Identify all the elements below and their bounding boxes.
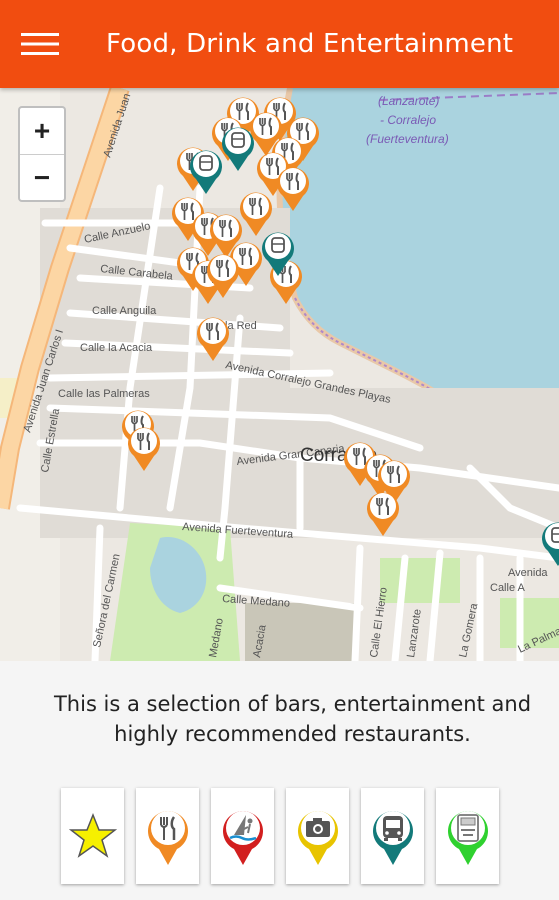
category-transport-button[interactable] <box>361 788 424 884</box>
restaurant-marker-icon[interactable] <box>365 488 401 538</box>
restaurant-marker-icon[interactable] <box>205 250 241 300</box>
app-bar: Food, Drink and Entertainment <box>0 0 559 88</box>
zoom-control: + − <box>18 106 66 202</box>
category-water-sports-button[interactable] <box>211 788 274 884</box>
street-label: Calle A <box>490 582 526 594</box>
zoom-out-button[interactable]: − <box>20 155 64 201</box>
entertainment-marker-icon[interactable] <box>188 146 224 196</box>
info-panel: This is a selection of bars, entertainme… <box>0 661 559 900</box>
category-food-drink-button[interactable] <box>136 788 199 884</box>
entertainment-marker-icon[interactable] <box>540 518 559 568</box>
atm-icon <box>447 811 488 865</box>
fork-knife-icon <box>147 811 188 865</box>
star-icon <box>68 812 117 858</box>
street-label: Avenida <box>508 567 548 579</box>
category-bar <box>61 788 499 884</box>
category-sightseeing-button[interactable] <box>286 788 349 884</box>
page-title: Food, Drink and Entertainment <box>106 29 514 59</box>
street-label: Calle El Hierro <box>368 587 390 659</box>
bus-icon <box>372 811 413 865</box>
restaurant-marker-icon[interactable] <box>195 313 231 363</box>
street-label: Calle Anguila <box>92 305 157 317</box>
sea-route-label: (Lanzarote) <box>378 94 439 108</box>
map-view[interactable]: Avenida Juan Avenida Juan Carlos I Calle… <box>0 88 559 661</box>
entertainment-marker-icon[interactable] <box>260 228 296 278</box>
camera-icon <box>297 811 338 865</box>
restaurant-marker-icon[interactable] <box>275 163 311 213</box>
street-label: Calle la Acacia <box>80 342 153 354</box>
category-atm-button[interactable] <box>436 788 499 884</box>
windsurf-icon <box>222 811 263 865</box>
street-label: Lanzarote <box>405 608 424 658</box>
sea-route-label: - Corralejo <box>380 113 436 127</box>
hamburger-menu-icon[interactable] <box>0 0 80 88</box>
street-label: Calle las Palmeras <box>58 388 150 400</box>
sea-route-label: (Fuerteventura) <box>366 132 449 146</box>
entertainment-marker-icon[interactable] <box>220 123 256 173</box>
description-text: This is a selection of bars, entertainme… <box>53 692 532 746</box>
zoom-in-button[interactable]: + <box>20 108 64 155</box>
restaurant-marker-icon[interactable] <box>126 423 162 473</box>
category-favorites-button[interactable] <box>61 788 124 884</box>
